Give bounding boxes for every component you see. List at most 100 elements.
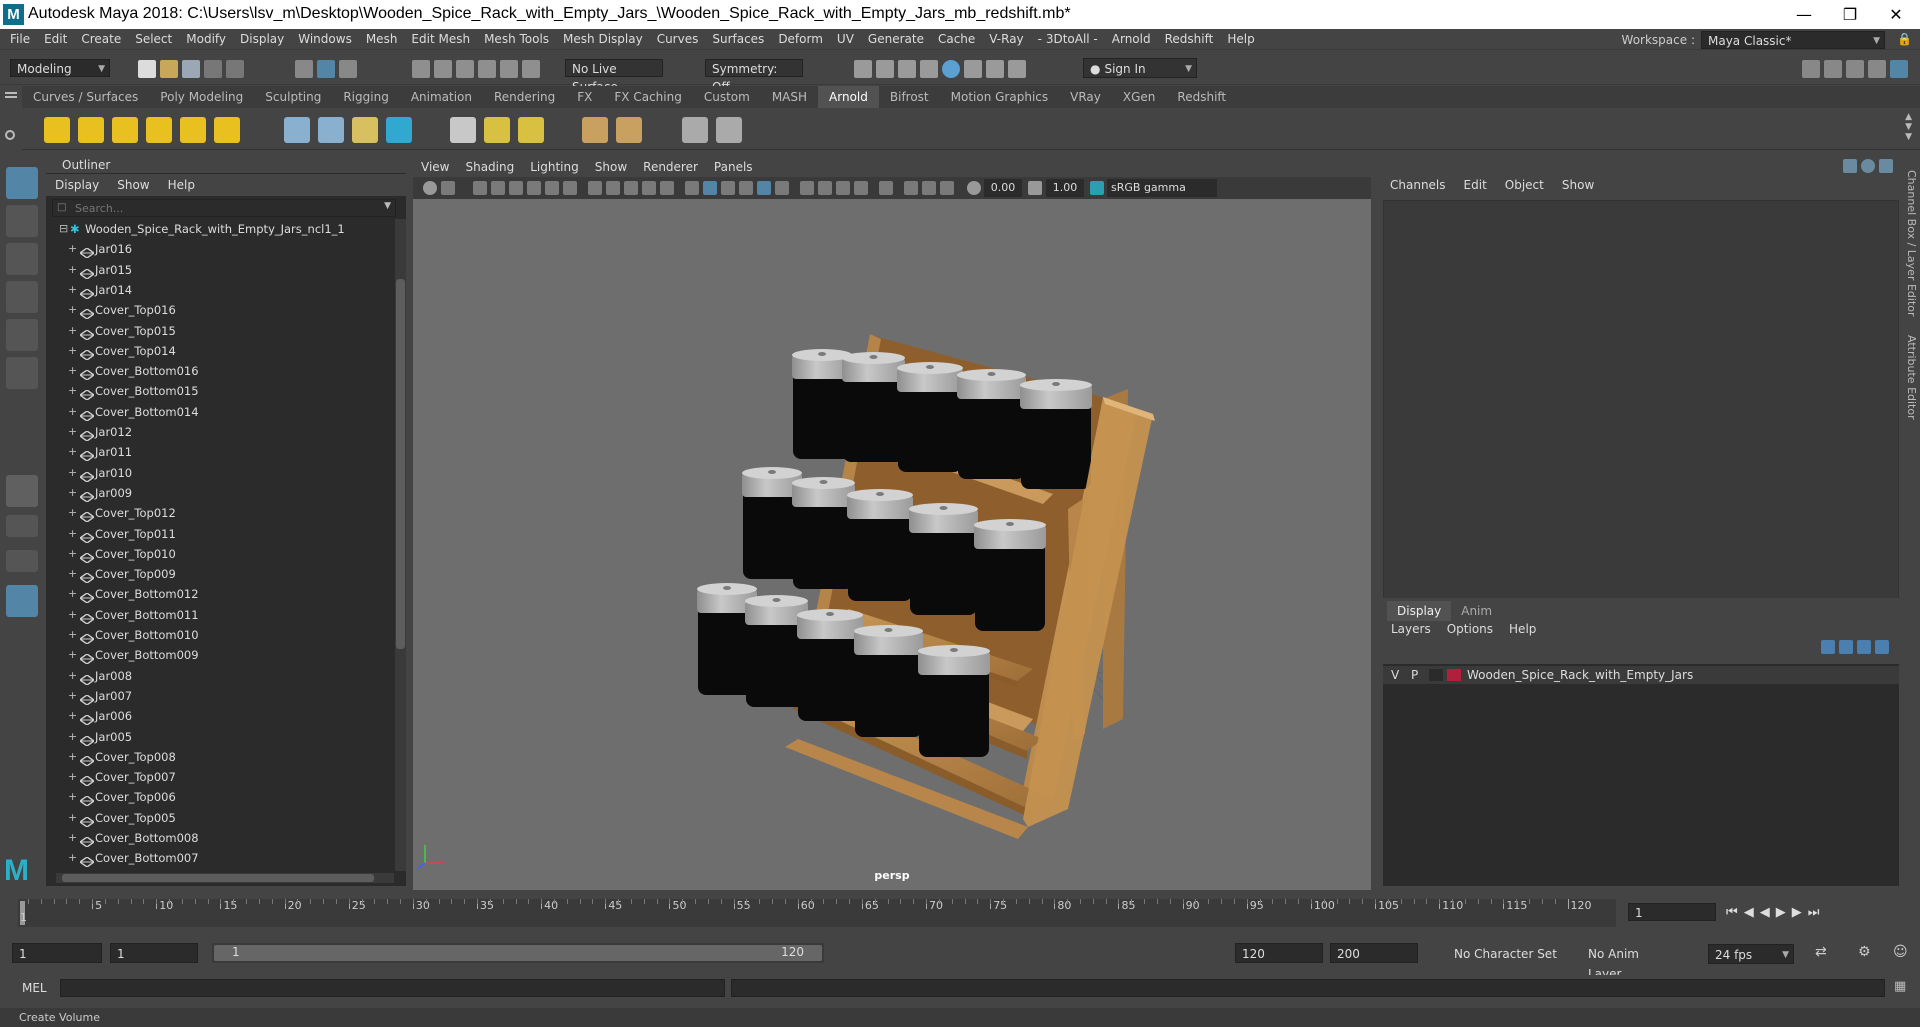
outliner-root-row[interactable]: ⊟ ✱ Wooden_Spice_Rack_with_Empty_Jars_nc… [46,219,390,239]
color-management-icon[interactable] [1090,181,1104,195]
move-layer-down-icon[interactable] [1839,640,1853,654]
outliner-search-input[interactable] [53,200,353,216]
menu-curves[interactable]: Curves [650,29,706,50]
loop-icon[interactable]: ⇄ [1815,944,1827,960]
outliner-item[interactable]: + Cover_Bottom006 [46,869,390,871]
tool-settings-icon[interactable] [1846,60,1864,78]
tab-channel-box-layer-editor[interactable]: Channel Box / Layer Editor [1905,170,1918,317]
expand-icon[interactable]: + [68,828,77,848]
image-plane-icon[interactable] [491,181,505,195]
new-scene-icon[interactable] [138,60,156,78]
menu-edit-mesh[interactable]: Edit Mesh [404,29,477,50]
range-slider[interactable]: 1 120 [212,943,824,963]
expand-icon[interactable]: + [68,869,77,871]
command-language-label[interactable]: MEL [22,981,47,995]
character-set-dropdown[interactable]: No Character Set [1448,944,1570,964]
shelf-scroll-icon[interactable]: ▲ ▼ ▼ [1905,112,1912,142]
shelf-tab-vray[interactable]: VRay [1059,86,1112,108]
outliner-layout-icon[interactable] [6,585,38,617]
snap-view-icon[interactable] [478,60,496,78]
mesh-light-icon[interactable] [78,117,104,143]
new-layer-icon[interactable] [1857,640,1871,654]
undo-icon[interactable] [204,60,222,78]
expand-icon[interactable]: + [68,463,77,483]
maya-m-icon[interactable]: M [4,855,38,887]
safe-action-icon[interactable] [642,181,656,195]
xray-components-icon[interactable] [940,181,954,195]
chevron-down-icon[interactable]: ▼ [384,201,391,211]
viewport-menu-lighting[interactable]: Lighting [522,157,587,177]
exposure-icon[interactable] [967,181,981,195]
snap-rotate-icon[interactable] [522,60,540,78]
outliner-item[interactable]: + Cover_Top011 [46,524,390,544]
select-component-icon[interactable] [339,60,357,78]
safe-title-icon[interactable] [660,181,674,195]
new-layer-selected-icon[interactable] [1875,640,1889,654]
xray-joints-icon[interactable] [922,181,936,195]
skydome-light-icon[interactable] [146,117,172,143]
menu-cache[interactable]: Cache [931,29,982,50]
time-slider-track[interactable]: 1 5 10 15 20 25 30 35 40 45 50 55 60 65 70 75 80 85 90 95 1… [18,899,1616,927]
txmanager-icon[interactable] [484,117,510,143]
tool-icon[interactable] [1879,159,1893,173]
camera-select-icon[interactable] [423,181,437,195]
expand-icon[interactable]: + [68,564,77,584]
shelf-tab-rigging[interactable]: Rigging [332,86,399,108]
expand-icon[interactable]: + [68,503,77,523]
flush-cache-icon[interactable] [518,117,544,143]
preferences-icon[interactable]: ⚙ [1858,944,1871,960]
expand-icon[interactable]: + [68,321,77,341]
outliner-item[interactable]: + Cover_Bottom012 [46,584,390,605]
expand-icon[interactable]: + [68,686,77,706]
scale-tool-icon[interactable] [6,357,38,389]
isolate-select-icon[interactable] [879,181,893,195]
outliner-item[interactable]: + Cover_Top012 [46,503,390,524]
playback-end-field[interactable]: 120 [1235,943,1323,963]
anti-aliasing-icon[interactable] [836,181,850,195]
expand-icon[interactable]: + [68,280,77,300]
outliner-item[interactable]: + Jar008 [46,666,390,686]
shelf-tab-custom[interactable]: Custom [693,86,761,108]
outliner-item[interactable]: + Cover_Top015 [46,321,390,341]
menu-mesh-tools[interactable]: Mesh Tools [477,29,556,50]
shelf-options[interactable] [0,86,22,150]
shelf-tab-rendering[interactable]: Rendering [483,86,566,108]
curve-collector-icon[interactable] [352,117,378,143]
menu-mesh-display[interactable]: Mesh Display [556,29,650,50]
command-input[interactable] [60,979,725,997]
shadows-icon[interactable] [775,181,789,195]
menu-uv[interactable]: UV [830,29,861,50]
outliner-item[interactable]: + Cover_Top005 [46,808,390,828]
viewport-scene[interactable]: persp [413,199,1371,890]
gamma-field[interactable]: 1.00 [1046,179,1084,197]
single-view-icon[interactable] [6,475,38,507]
expand-icon[interactable]: + [68,361,77,381]
restore-icon[interactable]: ❐ [1827,0,1873,29]
close-icon[interactable]: ✕ [1873,0,1919,29]
channel-menu-edit[interactable]: Edit [1455,174,1496,196]
shelf-menu-icon[interactable] [5,92,17,94]
expand-icon[interactable]: + [68,605,77,625]
select-object-icon[interactable] [317,60,335,78]
layer-menu-layers[interactable]: Layers [1383,619,1439,639]
attribute-icon[interactable] [1861,159,1875,173]
viewport-menu-view[interactable]: View [413,157,457,177]
lock-icon[interactable]: 🔒 [1897,32,1912,46]
menu-help[interactable]: Help [1220,29,1261,50]
outliner-item[interactable]: + Jar016 [46,239,390,260]
play-back-icon[interactable]: ◀ [1760,905,1776,920]
menu-deform[interactable]: Deform [771,29,830,50]
lights-icon[interactable] [757,181,771,195]
current-frame-field[interactable]: 1 [1628,903,1716,921]
outliner-item[interactable]: + Cover_Bottom015 [46,381,390,402]
menu-create[interactable]: Create [74,29,128,50]
outliner-menu-show[interactable]: Show [108,174,158,196]
depth-of-field-icon[interactable] [854,181,868,195]
step-back-icon[interactable]: ◀ [1744,905,1760,920]
menu-modify[interactable]: Modify [179,29,233,50]
two-d-pan-icon[interactable] [509,181,523,195]
shelf-tab-poly-modeling[interactable]: Poly Modeling [149,86,254,108]
shelf-tab-motion-graphics[interactable]: Motion Graphics [940,86,1060,108]
shelf-tab-curves-surfaces[interactable]: Curves / Surfaces [22,86,149,108]
snap-grid-icon[interactable] [412,60,430,78]
